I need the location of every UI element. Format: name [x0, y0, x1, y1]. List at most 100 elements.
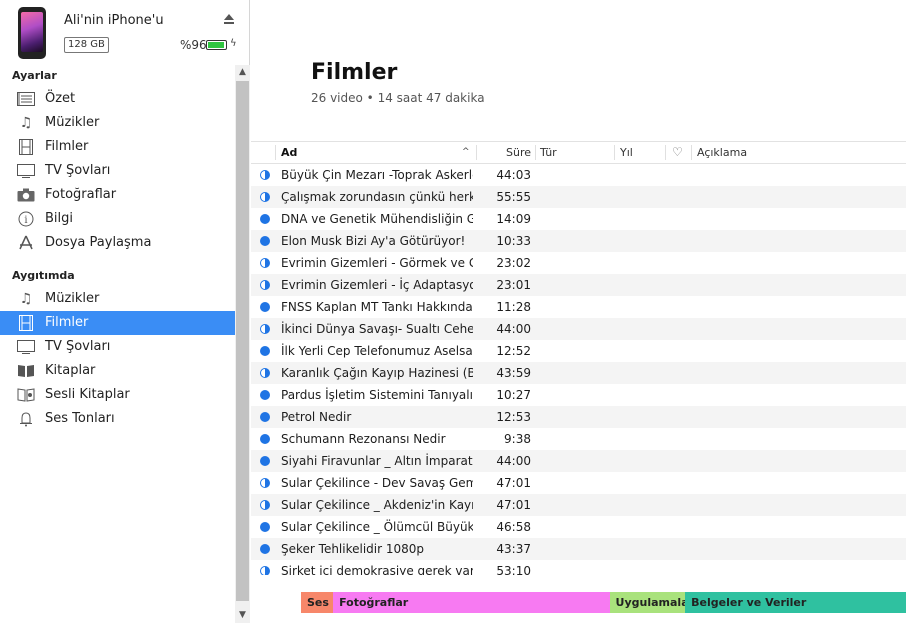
- table-row[interactable]: İlk Yerli Cep Telefonumuz Aselsan... 12:5…: [251, 340, 906, 362]
- column-header-description[interactable]: Açıklama: [697, 142, 747, 163]
- sidebar-item-device-1[interactable]: Filmler: [0, 311, 235, 335]
- sidebar-item-device-5[interactable]: Ses Tonları: [0, 407, 235, 431]
- table-row[interactable]: Sular Çekilince - Dev Savaş Gemile... 47:…: [251, 472, 906, 494]
- sidebar-item-settings-2[interactable]: Filmler: [0, 135, 235, 159]
- table-row[interactable]: Şirket içi demokrasiye gerek var mı... 53…: [251, 560, 906, 575]
- movie-duration: 23:01: [496, 278, 531, 292]
- sidebar-item-device-0[interactable]: ♫ Müzikler: [0, 287, 235, 311]
- storage-segment[interactable]: Uygulamalar: [609, 592, 686, 613]
- unwatched-icon: [260, 456, 270, 466]
- sidebar-item-label: Sesli Kitaplar: [45, 387, 130, 402]
- movie-name: Şeker Tehlikelidir 1080p: [281, 542, 425, 556]
- column-header-duration[interactable]: Süre: [481, 142, 531, 163]
- audiobook-icon: [17, 387, 35, 403]
- movie-duration: 47:01: [496, 498, 531, 512]
- music-note-icon: ♫: [19, 115, 33, 131]
- scroll-down-arrow-icon[interactable]: ▼: [235, 608, 250, 623]
- section-heading-on-device: Aygıtımda: [12, 269, 75, 282]
- sidebar-item-label: TV Şovları: [45, 163, 111, 178]
- movie-duration: 44:00: [496, 454, 531, 468]
- movie-duration: 14:09: [496, 212, 531, 226]
- table-row[interactable]: Şeker Tehlikelidir 1080p 43:37: [251, 538, 906, 560]
- movie-duration: 44:03: [496, 168, 531, 182]
- movie-duration: 10:33: [496, 234, 531, 248]
- sidebar-item-device-4[interactable]: Sesli Kitaplar: [0, 383, 235, 407]
- table-row[interactable]: Sular Çekilince _ Ölümcül Büyük O... 46:5…: [251, 516, 906, 538]
- sidebar-item-label: Müzikler: [45, 115, 100, 130]
- itunes-window: Ali'nin iPhone'u 128 GB %96 ϟ Ayarlar Öz…: [0, 0, 906, 623]
- movie-duration: 44:00: [496, 322, 531, 336]
- table-row[interactable]: Karanlık Çağın Kayıp Hazinesi (Bel... 43:…: [251, 362, 906, 384]
- partially-watched-icon: [260, 478, 270, 488]
- sidebar-item-device-2[interactable]: TV Şovları: [0, 335, 235, 359]
- movie-name: Siyahi Firavunlar _ Altın İmparatorl...: [281, 454, 473, 468]
- battery-percent: %96: [180, 38, 207, 52]
- table-row[interactable]: Pardus İşletim Sistemini Tanıyalım 10:27: [251, 384, 906, 406]
- summary-icon: [17, 91, 35, 107]
- camera-icon: [17, 187, 35, 203]
- storage-segment[interactable]: Fotoğraflar: [333, 592, 610, 613]
- sidebar-item-settings-6[interactable]: Dosya Paylaşma: [0, 231, 235, 255]
- movie-table: Büyük Çin Mezarı -Toprak Askerler... 44:0…: [251, 164, 906, 575]
- table-row[interactable]: Çalışmak zorundasın çünkü herkes... 55:55: [251, 186, 906, 208]
- table-row[interactable]: DNA ve Genetik Mühendisliğin Ge... 14:09: [251, 208, 906, 230]
- partially-watched-icon: [260, 368, 270, 378]
- page-subtitle: 26 video • 14 saat 47 dakika: [311, 91, 485, 105]
- eject-icon[interactable]: [223, 13, 235, 25]
- sidebar-item-label: Müzikler: [45, 291, 100, 306]
- sidebar-item-label: Özet: [45, 91, 76, 106]
- sidebar-item-settings-1[interactable]: ♫ Müzikler: [0, 111, 235, 135]
- movie-name: Sular Çekilince _ Ölümcül Büyük O...: [281, 520, 473, 534]
- storage-bar[interactable]: SesFotoğraflarUygulamalarBelgeler ve Ver…: [301, 592, 906, 613]
- sidebar: Ali'nin iPhone'u 128 GB %96 ϟ Ayarlar Öz…: [0, 0, 250, 623]
- movie-duration: 10:27: [496, 388, 531, 402]
- sidebar-item-settings-3[interactable]: TV Şovları: [0, 159, 235, 183]
- movie-name: Schumann Rezonansı Nedir: [281, 432, 446, 446]
- movie-name: Sular Çekilince - Dev Savaş Gemile...: [281, 476, 473, 490]
- table-row[interactable]: İkinci Dünya Savaşı- Sualtı Cehenn... 44:…: [251, 318, 906, 340]
- column-header-year[interactable]: Yıl: [620, 142, 633, 163]
- movie-name: Çalışmak zorundasın çünkü herkes...: [281, 190, 473, 204]
- storage-segment[interactable]: Ses: [301, 592, 334, 613]
- scroll-up-arrow-icon[interactable]: ▲: [235, 65, 250, 80]
- table-row[interactable]: Schumann Rezonansı Nedir 9:38: [251, 428, 906, 450]
- movie-duration: 55:55: [496, 190, 531, 204]
- table-row[interactable]: Büyük Çin Mezarı -Toprak Askerler... 44:0…: [251, 164, 906, 186]
- table-row[interactable]: Evrimin Gizemleri - Görmek ve Gö... 23:02: [251, 252, 906, 274]
- table-row[interactable]: Sular Çekilince _ Akdeniz'in Kayıp... 47:…: [251, 494, 906, 516]
- table-row[interactable]: FNSS Kaplan MT Tankı Hakkında T... 11:28: [251, 296, 906, 318]
- sidebar-list: Ayarlar Özet ♫ Müzikler Filmler TV Şovları Fo…: [0, 65, 250, 623]
- column-header-name[interactable]: Ad: [281, 142, 297, 163]
- sidebar-item-device-3[interactable]: Kitaplar: [0, 359, 235, 383]
- movie-name: Karanlık Çağın Kayıp Hazinesi (Bel...: [281, 366, 473, 380]
- sidebar-item-settings-5[interactable]: i Bilgi: [0, 207, 235, 231]
- sidebar-scrollbar[interactable]: ▲ ▼: [235, 65, 250, 623]
- unwatched-icon: [260, 346, 270, 356]
- unwatched-icon: [260, 302, 270, 312]
- table-row[interactable]: Elon Musk Bizi Ay'a Götürüyor! 10:33: [251, 230, 906, 252]
- heart-icon[interactable]: ♡: [672, 142, 683, 163]
- storage-segment[interactable]: Belgeler ve Veriler: [685, 592, 906, 613]
- movie-name: Petrol Nedir: [281, 410, 352, 424]
- column-header-genre[interactable]: Tür: [540, 142, 557, 163]
- movie-name: Şirket içi demokrasiye gerek var mı...: [281, 564, 473, 575]
- unwatched-icon: [260, 390, 270, 400]
- movie-name: Büyük Çin Mezarı -Toprak Askerler...: [281, 168, 473, 182]
- sidebar-item-settings-0[interactable]: Özet: [0, 87, 235, 111]
- sidebar-item-label: Ses Tonları: [45, 411, 115, 426]
- table-row[interactable]: Petrol Nedir 12:53: [251, 406, 906, 428]
- device-name: Ali'nin iPhone'u: [64, 13, 164, 28]
- table-row[interactable]: Siyahi Firavunlar _ Altın İmparatorl... 4…: [251, 450, 906, 472]
- movie-name: Elon Musk Bizi Ay'a Götürüyor!: [281, 234, 466, 248]
- partially-watched-icon: [260, 258, 270, 268]
- svg-text:i: i: [24, 215, 27, 226]
- page-title: Filmler: [311, 60, 398, 85]
- sort-ascending-icon[interactable]: ^: [462, 142, 470, 163]
- device-header[interactable]: Ali'nin iPhone'u 128 GB %96 ϟ: [0, 0, 250, 65]
- sidebar-item-settings-4[interactable]: Fotoğraflar: [0, 183, 235, 207]
- movie-duration: 43:59: [496, 366, 531, 380]
- movie-name: Sular Çekilince _ Akdeniz'in Kayıp...: [281, 498, 473, 512]
- partially-watched-icon: [260, 280, 270, 290]
- table-row[interactable]: Evrimin Gizemleri - İç Adaptasyonl... 23:…: [251, 274, 906, 296]
- scrollbar-thumb[interactable]: [236, 81, 249, 601]
